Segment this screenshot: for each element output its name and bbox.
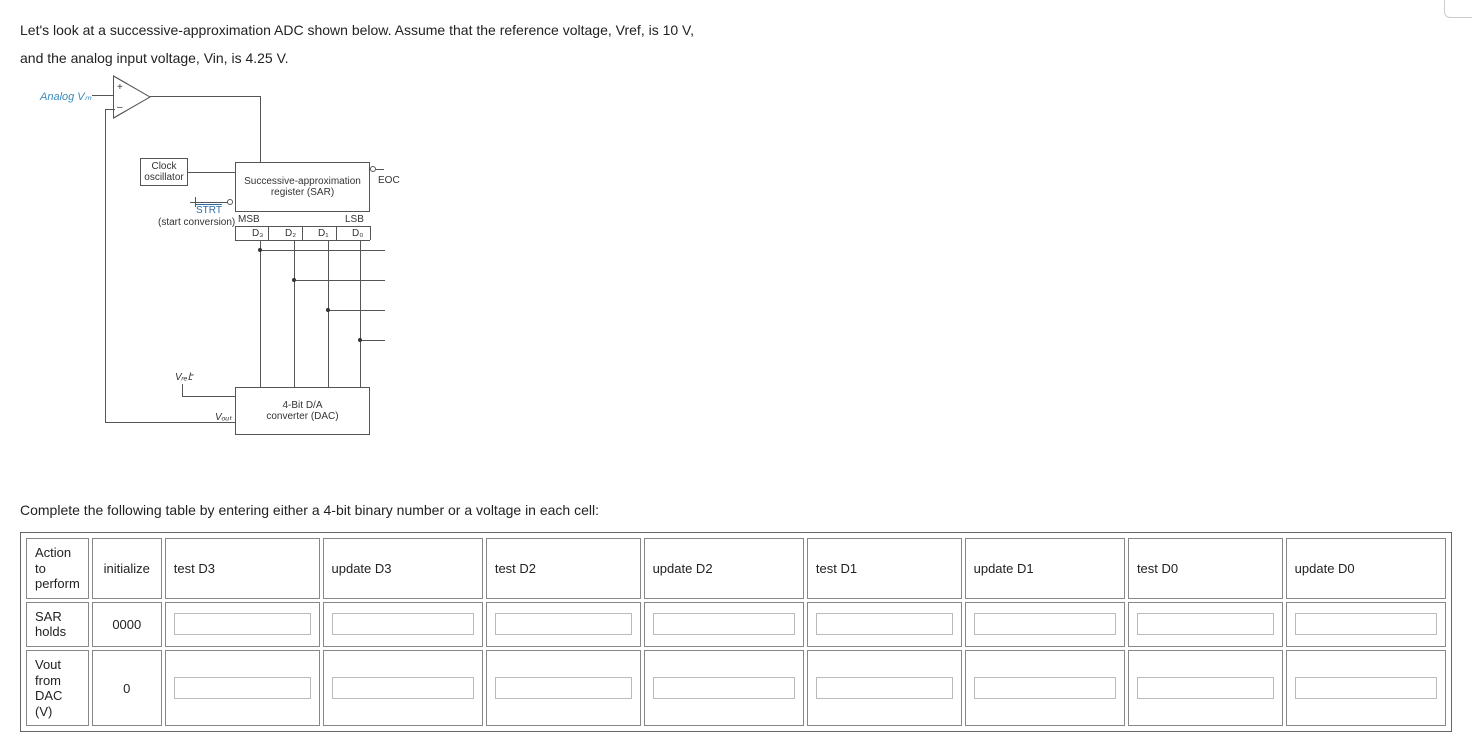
action-update-d2: update D2 — [644, 538, 804, 599]
wire — [360, 240, 361, 387]
wire — [294, 240, 295, 387]
action-test-d3: test D3 — [165, 538, 320, 599]
rowhead-vout: Vout from DAC (V) — [26, 650, 89, 726]
sar-update-d3-input[interactable] — [332, 613, 474, 635]
wire — [268, 226, 269, 240]
sar-test-d1-input[interactable] — [816, 613, 953, 635]
vout-test-d1-input[interactable] — [816, 677, 953, 699]
corner-decoration — [1444, 0, 1472, 18]
label-lsb: LSB — [345, 214, 364, 225]
wire — [92, 95, 114, 96]
vout-initialize: 0 — [92, 650, 162, 726]
wire — [150, 96, 260, 97]
sar-l1: Successive-approximation — [238, 176, 367, 187]
table-instruction: Complete the following table by entering… — [20, 502, 1452, 518]
dac-l1: 4-Bit D/A — [238, 400, 367, 411]
vout-update-d1-input[interactable] — [974, 677, 1116, 699]
wire — [370, 226, 371, 240]
dac-l2: converter (DAC) — [238, 411, 367, 422]
sar-box: Successive-approximation register (SAR) — [235, 162, 370, 212]
label-d3: D₃ — [252, 228, 263, 239]
rowhead-sar: SAR holds — [26, 602, 89, 647]
action-update-d1: update D1 — [965, 538, 1125, 599]
sar-initialize: 0000 — [92, 602, 162, 647]
label-msb: MSB — [238, 214, 260, 225]
wire — [105, 422, 235, 423]
question-intro: Let's look at a successive-approximation… — [20, 16, 1452, 72]
wire — [260, 96, 261, 162]
vout-update-d0-input[interactable] — [1295, 677, 1437, 699]
vout-test-d2-input[interactable] — [495, 677, 632, 699]
wire — [182, 384, 183, 396]
comparator-plus: + — [117, 82, 123, 93]
label-eoc: EOC — [378, 175, 400, 186]
label-d1: D₁ — [318, 228, 329, 239]
sar-update-d0-input[interactable] — [1295, 613, 1437, 635]
wire — [260, 250, 385, 251]
clock-l2: oscillator — [143, 172, 185, 183]
vout-test-d0-input[interactable] — [1137, 677, 1274, 699]
node-icon — [292, 278, 296, 282]
action-update-d3: update D3 — [323, 538, 483, 599]
clock-l1: Clock — [143, 161, 185, 172]
intro-line-2: and the analog input voltage, Vin, is 4.… — [20, 44, 1452, 72]
dac-box: 4-Bit D/A converter (DAC) — [235, 387, 370, 435]
clock-oscillator-box: Clock oscillator — [140, 158, 188, 186]
action-test-d0: test D0 — [1128, 538, 1283, 599]
wire — [182, 396, 235, 397]
action-row: Action to perform initialize test D3 upd… — [26, 538, 1446, 599]
label-strt: STRT — [196, 205, 222, 216]
sar-test-d0-input[interactable] — [1137, 613, 1274, 635]
wire — [188, 172, 235, 173]
inverter-bubble-icon — [227, 199, 233, 205]
answer-table: Action to perform initialize test D3 upd… — [23, 535, 1449, 729]
wire — [328, 240, 329, 387]
wire — [376, 169, 384, 170]
label-d0: D₀ — [352, 228, 363, 239]
wire — [294, 280, 385, 281]
label-start-conversion: (start conversion) — [158, 217, 235, 228]
vout-row: Vout from DAC (V) 0 — [26, 650, 1446, 726]
sar-test-d3-input[interactable] — [174, 613, 311, 635]
wire — [336, 226, 337, 240]
action-update-d0: update D0 — [1286, 538, 1446, 599]
label-d2: D₂ — [285, 228, 296, 239]
label-vref: Vᵣₑէ — [175, 372, 193, 383]
sar-l2: register (SAR) — [238, 187, 367, 198]
sar-update-d1-input[interactable] — [974, 613, 1116, 635]
sar-row: SAR holds 0000 — [26, 602, 1446, 647]
intro-line-1: Let's look at a successive-approximation… — [20, 16, 1452, 44]
label-analog-vin: Analog Vₘ — [40, 90, 92, 103]
answer-table-container: Action to perform initialize test D3 upd… — [20, 532, 1452, 732]
wire — [260, 240, 261, 387]
node-icon — [358, 338, 362, 342]
wire — [302, 226, 303, 240]
wire — [105, 109, 115, 110]
sar-update-d2-input[interactable] — [653, 613, 795, 635]
adc-diagram: Analog Vₘ + – Clock oscillator STRT (sta… — [20, 82, 1452, 472]
action-test-d2: test D2 — [486, 538, 641, 599]
node-icon — [258, 248, 262, 252]
wire — [328, 310, 385, 311]
action-test-d1: test D1 — [807, 538, 962, 599]
wire — [105, 109, 106, 422]
wire — [235, 226, 236, 240]
action-initialize: initialize — [92, 538, 162, 599]
rowhead-action: Action to perform — [26, 538, 89, 599]
node-icon — [326, 308, 330, 312]
wire — [235, 240, 370, 241]
vout-update-d2-input[interactable] — [653, 677, 795, 699]
vout-update-d3-input[interactable] — [332, 677, 474, 699]
wire — [360, 340, 385, 341]
comparator-minus: – — [117, 102, 123, 113]
vout-test-d3-input[interactable] — [174, 677, 311, 699]
sar-test-d2-input[interactable] — [495, 613, 632, 635]
